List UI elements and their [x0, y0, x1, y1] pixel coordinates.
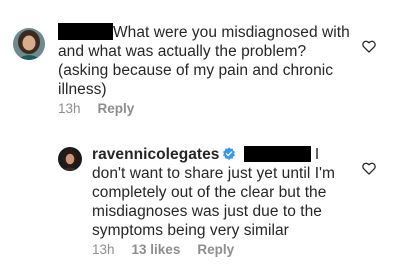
comment-1-line1: What were you misdiagnosed — [113, 24, 318, 41]
comment-2-rest: don't want to share just yet until I'm c… — [92, 165, 336, 239]
heart-icon[interactable] — [362, 40, 376, 53]
avatar-ravennicolegates[interactable] — [58, 147, 82, 171]
comment-2-likes-button[interactable]: 13 likes — [132, 242, 181, 258]
comment-2-line1-tail: I — [314, 146, 320, 163]
heart-icon[interactable] — [362, 162, 376, 175]
comment-1-reply-button[interactable]: Reply — [98, 101, 135, 117]
comment-1-text: What were you misdiagnosed with and what… — [58, 23, 358, 99]
comment-1-meta: 13h Reply — [58, 101, 134, 117]
verified-badge-icon — [223, 147, 236, 160]
comment-2-reply-button[interactable]: Reply — [197, 242, 234, 258]
redacted-username — [58, 23, 113, 40]
username-link[interactable]: ravennicolegates — [92, 146, 219, 163]
comment-2-meta: 13h 13 likes Reply — [92, 242, 234, 258]
comment-1-time: 13h — [58, 101, 81, 116]
avatar-commenter[interactable] — [13, 28, 45, 60]
avatar-image — [13, 28, 45, 60]
comment-2-text: ravennicolegates I don't want to share j… — [92, 145, 354, 240]
redacted-username — [243, 146, 311, 162]
comment-2: ravennicolegates I don't want to share j… — [0, 135, 399, 272]
comment-1: What were you misdiagnosed with and what… — [0, 0, 399, 135]
avatar-image — [58, 147, 82, 171]
comment-2-time: 13h — [92, 242, 115, 257]
